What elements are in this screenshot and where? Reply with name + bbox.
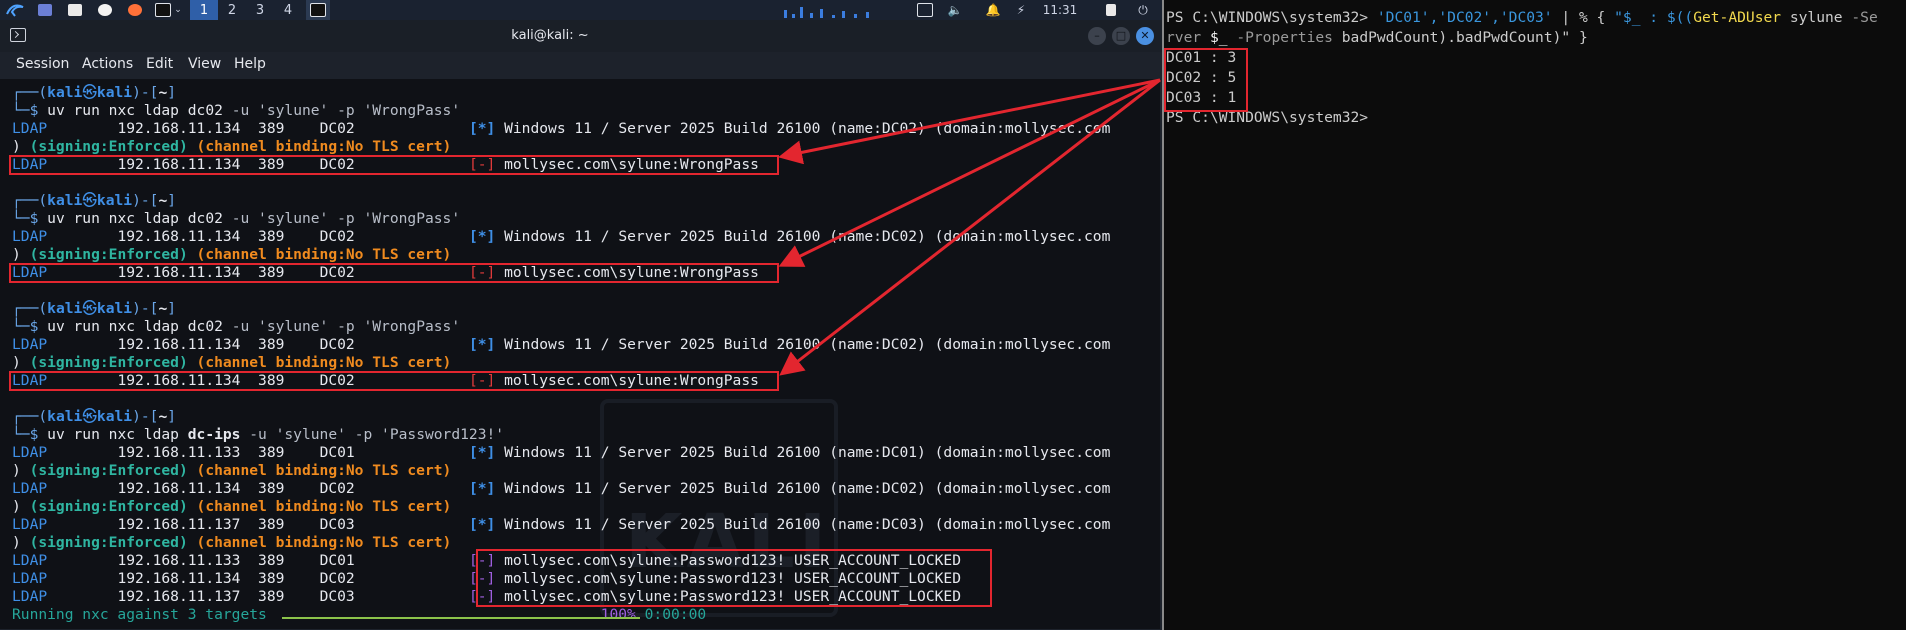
signing-row: ) (signing:Enforced) (channel binding:No… (12, 246, 452, 263)
command-line: └─$ uv run nxc ldap dc02 -u 'sylune' -p … (12, 102, 461, 119)
terminal-output[interactable]: KALI ┌──(kali㉿kali)-[~] └─$ uv run nxc l… (0, 79, 1160, 629)
command-line: └─$ uv run nxc ldap dc02 -u 'sylune' -p … (12, 318, 461, 335)
command-line: └─$ uv run nxc ldap dc02 -u 'sylune' -p … (12, 210, 461, 227)
ldap-info-row: LDAP 192.168.11.134 389 DC02 [*] Windows… (12, 120, 1111, 137)
menu-help[interactable]: Help (234, 52, 266, 76)
signing-row: ) (signing:Enforced) (channel binding:No… (12, 534, 452, 551)
power-icon[interactable]: ⏻ (1132, 0, 1154, 20)
progress-bar (282, 617, 640, 619)
files-launcher-icon[interactable] (34, 0, 56, 20)
progress-row: Running nxc against 3 targets 100% 0:00:… (12, 606, 707, 623)
lock-screen-icon[interactable] (1102, 0, 1120, 20)
terminal-launcher-icon[interactable] (152, 0, 174, 20)
terminal-window: kali@kali: ~ – □ ✕ Session Actions Edit … (0, 20, 1162, 630)
menu-actions[interactable]: Actions (82, 52, 133, 76)
clock[interactable]: 11:31 (1040, 0, 1080, 20)
results-highlight-box (1164, 48, 1248, 112)
menu-bar: Session Actions Edit View Help (0, 52, 1162, 76)
signing-row: ) (signing:Enforced) (channel binding:No… (12, 498, 452, 515)
chevron-down-icon[interactable]: ⌄ (172, 0, 184, 20)
highlight-box (9, 155, 779, 175)
signing-row: ) (signing:Enforced) (channel binding:No… (12, 354, 452, 371)
taskbar: ⌄ 1 2 3 4 🔈 🔔 ⚡ 11:31 ⏻ (0, 0, 1162, 20)
ps-command-line-1: PS C:\WINDOWS\system32> 'DC01','DC02','D… (1166, 9, 1878, 26)
menu-view[interactable]: View (188, 52, 221, 76)
highlight-box (9, 263, 779, 283)
ldap-info-row: LDAP 192.168.11.134 389 DC02 [*] Windows… (12, 228, 1111, 245)
workspace-2[interactable]: 2 (218, 0, 246, 20)
ldap-info-row: LDAP 192.168.11.137 389 DC03 [*] Windows… (12, 516, 1111, 533)
menu-session[interactable]: Session (16, 52, 69, 76)
notifications-icon[interactable]: 🔔 (984, 0, 1002, 20)
title-bar[interactable]: kali@kali: ~ – □ ✕ (0, 20, 1162, 52)
text-editor-icon[interactable] (94, 0, 116, 20)
maximize-button[interactable]: □ (1112, 27, 1130, 45)
volume-icon[interactable]: 🔈 (946, 0, 964, 20)
ldap-info-row: LDAP 192.168.11.134 389 DC02 [*] Windows… (12, 480, 1111, 497)
terminal-task-icon[interactable] (306, 0, 330, 20)
screen-icon[interactable] (916, 0, 934, 20)
prompt-line: ┌──(kali㉿kali)-[~] (12, 84, 177, 101)
menu-edit[interactable]: Edit (146, 52, 173, 76)
command-line: └─$ uv run nxc ldap dc-ips -u 'sylune' -… (12, 426, 505, 443)
highlight-box (9, 371, 779, 391)
cpu-graph (780, 4, 880, 18)
workspace-3[interactable]: 3 (246, 0, 274, 20)
ldap-info-row: LDAP 192.168.11.133 389 DC01 [*] Windows… (12, 444, 1111, 461)
ps-command-line-2: rver $_ -Properties badPwdCount).badPwdC… (1166, 29, 1588, 46)
workspace-4[interactable]: 4 (274, 0, 302, 20)
network-icon[interactable]: ⚡ (1012, 0, 1030, 20)
highlight-box (476, 549, 992, 607)
ldap-info-row: LDAP 192.168.11.134 389 DC02 [*] Windows… (12, 336, 1111, 353)
signing-row: ) (signing:Enforced) (channel binding:No… (12, 138, 452, 155)
prompt-line: ┌──(kali㉿kali)-[~] (12, 192, 177, 209)
workspace-1[interactable]: 1 (190, 0, 218, 20)
window-title: kali@kali: ~ (511, 28, 589, 43)
firefox-icon[interactable] (124, 0, 146, 20)
signing-row: ) (signing:Enforced) (channel binding:No… (12, 462, 452, 479)
powershell-window[interactable] (1162, 0, 1906, 630)
prompt-line: ┌──(kali㉿kali)-[~] (12, 408, 177, 425)
kali-menu-icon[interactable] (4, 0, 26, 20)
minimize-button[interactable]: – (1088, 27, 1106, 45)
file-manager-icon[interactable] (64, 0, 86, 20)
prompt-line: ┌──(kali㉿kali)-[~] (12, 300, 177, 317)
close-button[interactable]: ✕ (1136, 27, 1154, 45)
